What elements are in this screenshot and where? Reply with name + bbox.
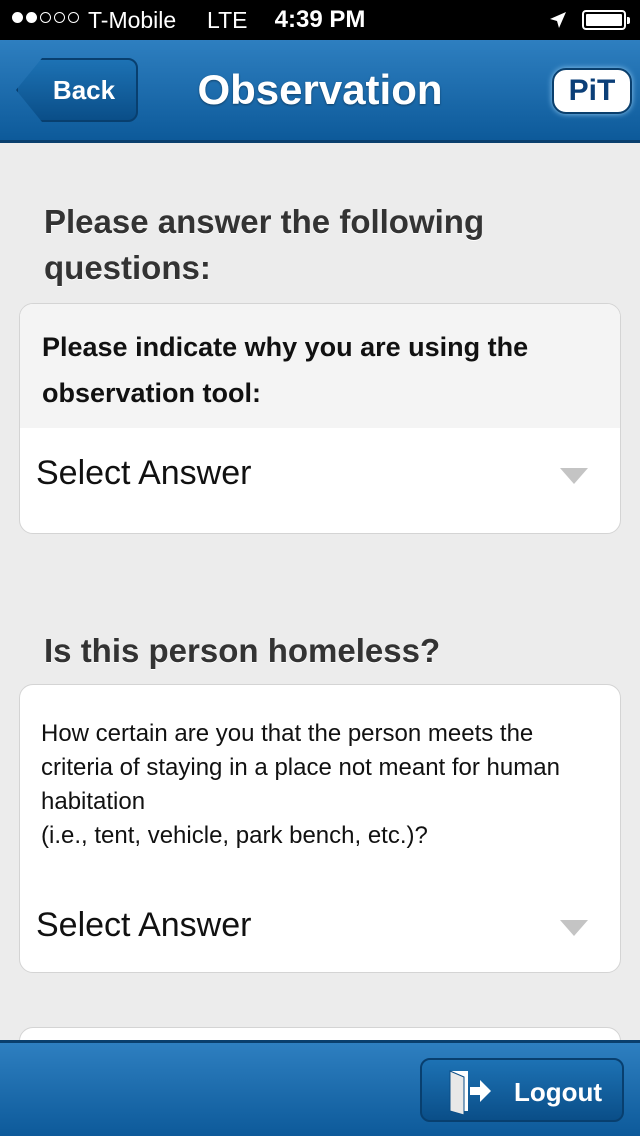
- question-homeless-examples: (i.e., tent, vehicle, park bench, etc.)?: [41, 822, 428, 849]
- location-arrow-icon: [548, 9, 568, 36]
- section-heading-questions: Please answer the following questions:: [44, 203, 485, 286]
- pit-logo: PiT: [552, 68, 632, 114]
- status-time: 4:39 PM: [274, 6, 366, 33]
- question-homeless-label: How certain are you that the person meet…: [20, 685, 620, 853]
- question-homeless-text: How certain are you that the person meet…: [41, 720, 560, 815]
- logout-button[interactable]: Logout: [420, 1058, 624, 1122]
- back-button[interactable]: Back: [16, 58, 138, 122]
- nav-bar: Back Observation PiT: [0, 40, 640, 143]
- section-heading-homeless: Is this person homeless?: [44, 632, 441, 669]
- purpose-select[interactable]: Select Answer: [20, 428, 620, 520]
- logout-button-label: Logout: [514, 1077, 603, 1107]
- purpose-select-value: Select Answer: [36, 454, 252, 492]
- dropdown-arrow-icon: [560, 920, 588, 936]
- question-card-homeless: How certain are you that the person meet…: [19, 684, 621, 973]
- page-title: Observation: [197, 66, 443, 113]
- back-button-label: Back: [52, 74, 116, 105]
- logout-door-icon: [446, 1067, 494, 1122]
- question-purpose-label: Please indicate why you are using the ob…: [20, 304, 620, 428]
- bottom-toolbar: Logout: [0, 1040, 640, 1136]
- dropdown-arrow-icon: [560, 468, 588, 484]
- question-card-purpose: Please indicate why you are using the ob…: [19, 303, 621, 534]
- homeless-certainty-select[interactable]: Select Answer: [20, 880, 620, 972]
- battery-icon: [582, 10, 630, 30]
- homeless-select-value: Select Answer: [36, 906, 252, 944]
- status-bar: T-Mobile LTE 4:39 PM: [0, 0, 640, 40]
